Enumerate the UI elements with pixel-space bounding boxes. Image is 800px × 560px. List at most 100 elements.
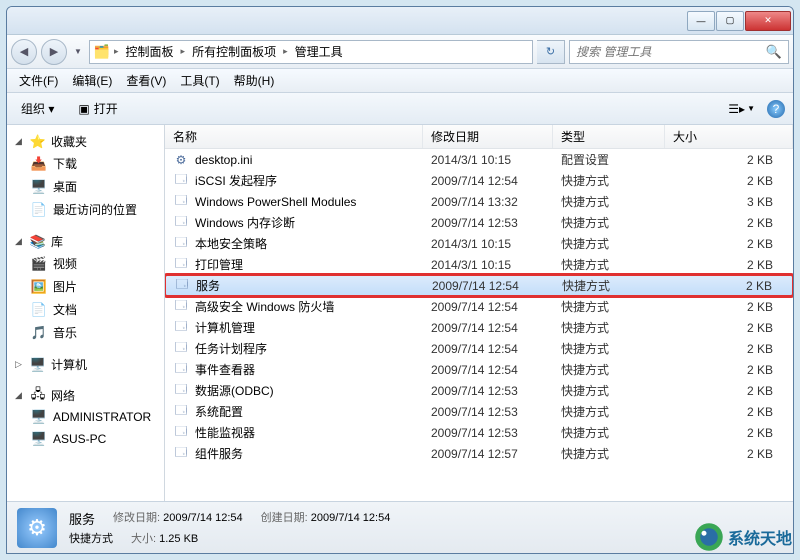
file-size: 2 KB <box>666 279 792 293</box>
titlebar: — ▢ ✕ <box>7 7 793 35</box>
column-name[interactable]: 名称 <box>165 125 423 148</box>
open-button[interactable]: ▣ 打开 <box>72 97 123 120</box>
chevron-icon[interactable]: ▸ <box>114 46 119 57</box>
file-size: 2 KB <box>665 363 793 377</box>
sidebar-recent[interactable]: 📄最近访问的位置 <box>7 198 164 221</box>
file-size: 2 KB <box>665 216 793 230</box>
file-date: 2009/7/14 12:54 <box>423 300 553 314</box>
forward-button[interactable]: ▶ <box>41 39 67 65</box>
organize-button[interactable]: 组织 ▾ <box>15 97 60 120</box>
sidebar-libraries[interactable]: ◢📚库 <box>7 231 164 252</box>
star-icon: ⭐ <box>30 134 46 150</box>
file-type: 快捷方式 <box>553 361 665 378</box>
sidebar-downloads[interactable]: 📥下载 <box>7 152 164 175</box>
file-row[interactable]: 🗔性能监视器2009/7/14 12:53快捷方式2 KB <box>165 422 793 443</box>
sidebar-documents[interactable]: 📄文档 <box>7 298 164 321</box>
back-button[interactable]: ◀ <box>11 39 37 65</box>
address-bar[interactable]: 🗂️ ▸ 控制面板 ▸ 所有控制面板项 ▸ 管理工具 <box>89 40 533 64</box>
file-date: 2009/7/14 12:53 <box>423 405 553 419</box>
view-options-button[interactable]: ☰▸▼ <box>724 100 759 118</box>
file-row[interactable]: 🗔任务计划程序2009/7/14 12:54快捷方式2 KB <box>165 338 793 359</box>
sidebar-music[interactable]: 🎵音乐 <box>7 321 164 344</box>
breadcrumb-segment-2[interactable]: 管理工具 <box>292 42 346 61</box>
file-row[interactable]: 🗔Windows 内存诊断2009/7/14 12:53快捷方式2 KB <box>165 212 793 233</box>
file-icon: 🗔 <box>173 257 189 273</box>
desktop-icon: 🖥️ <box>31 179 47 195</box>
menu-help[interactable]: 帮助(H) <box>228 69 281 92</box>
file-size: 3 KB <box>665 195 793 209</box>
file-type: 快捷方式 <box>553 214 665 231</box>
help-button[interactable]: ? <box>767 100 785 118</box>
sidebar-network-pc-1[interactable]: 🖥️ASUS-PC <box>7 428 164 450</box>
search-box[interactable]: 🔍 <box>569 40 789 64</box>
file-name: 高级安全 Windows 防火墙 <box>195 298 334 315</box>
file-row[interactable]: 🗔系统配置2009/7/14 12:53快捷方式2 KB <box>165 401 793 422</box>
search-input[interactable] <box>576 45 766 59</box>
sidebar-favorites[interactable]: ◢⭐收藏夹 <box>7 131 164 152</box>
file-size: 2 KB <box>665 174 793 188</box>
menubar: 文件(F) 编辑(E) 查看(V) 工具(T) 帮助(H) <box>7 69 793 93</box>
file-row[interactable]: 🗔事件查看器2009/7/14 12:54快捷方式2 KB <box>165 359 793 380</box>
sidebar-pictures[interactable]: 🖼️图片 <box>7 275 164 298</box>
sidebar-network-pc-0[interactable]: 🖥️ADMINISTRATOR <box>7 406 164 428</box>
file-date: 2009/7/14 13:32 <box>423 195 553 209</box>
sidebar-videos[interactable]: 🎬视频 <box>7 252 164 275</box>
file-row[interactable]: 🗔本地安全策略2014/3/1 10:15快捷方式2 KB <box>165 233 793 254</box>
file-row[interactable]: 🗔高级安全 Windows 防火墙2009/7/14 12:54快捷方式2 KB <box>165 296 793 317</box>
file-icon: 🗔 <box>173 299 189 315</box>
file-size: 2 KB <box>665 237 793 251</box>
sidebar-network[interactable]: ◢🖧网络 <box>7 385 164 406</box>
navbar: ◀ ▶ ▼ 🗂️ ▸ 控制面板 ▸ 所有控制面板项 ▸ 管理工具 ↻ 🔍 <box>7 35 793 69</box>
file-row[interactable]: 🗔组件服务2009/7/14 12:57快捷方式2 KB <box>165 443 793 464</box>
file-type: 快捷方式 <box>553 424 665 441</box>
file-row[interactable]: 🗔打印管理2014/3/1 10:15快捷方式2 KB <box>165 254 793 275</box>
file-name: 服务 <box>196 277 220 294</box>
video-icon: 🎬 <box>31 256 47 272</box>
file-list[interactable]: ⚙desktop.ini2014/3/1 10:15配置设置2 KB 🗔 iSCSI… <box>165 149 793 501</box>
maximize-button[interactable]: ▢ <box>716 11 744 31</box>
file-date: 2009/7/14 12:54 <box>423 174 553 188</box>
details-title: 服务 <box>69 509 95 528</box>
details-pane: ⚙ 服务 修改日期: 2009/7/14 12:54 创建日期: 2009/7/… <box>7 501 793 553</box>
chevron-icon[interactable]: ▸ <box>283 46 288 57</box>
menu-file[interactable]: 文件(F) <box>13 69 64 92</box>
search-icon[interactable]: 🔍 <box>766 44 782 60</box>
refresh-button[interactable]: ↻ <box>537 40 565 64</box>
file-row[interactable]: 🗔服务2009/7/14 12:54快捷方式2 KB <box>165 275 793 296</box>
file-name: 数据源(ODBC) <box>195 382 274 399</box>
file-name: 性能监视器 <box>195 424 255 441</box>
file-icon: ⚙ <box>173 152 189 168</box>
recent-icon: 📄 <box>31 202 47 218</box>
sidebar-desktop[interactable]: 🖥️桌面 <box>7 175 164 198</box>
sidebar: ◢⭐收藏夹 📥下载 🖥️桌面 📄最近访问的位置 ◢📚库 🎬视频 🖼️图片 📄文档… <box>7 125 165 501</box>
file-row[interactable]: ⚙desktop.ini2014/3/1 10:15配置设置2 KB <box>165 149 793 170</box>
menu-tools[interactable]: 工具(T) <box>174 69 225 92</box>
network-icon: 🖧 <box>30 388 46 404</box>
file-row[interactable]: 🗔计算机管理2009/7/14 12:54快捷方式2 KB <box>165 317 793 338</box>
minimize-button[interactable]: — <box>687 11 715 31</box>
file-name: 打印管理 <box>195 256 243 273</box>
pc-icon: 🖥️ <box>31 431 47 447</box>
file-row[interactable]: 🗔iSCSI 发起程序2009/7/14 12:54快捷方式2 KB <box>165 170 793 191</box>
column-size[interactable]: 大小 <box>665 125 793 148</box>
history-dropdown[interactable]: ▼ <box>71 39 85 65</box>
file-row[interactable]: 🗔数据源(ODBC)2009/7/14 12:53快捷方式2 KB <box>165 380 793 401</box>
menu-view[interactable]: 查看(V) <box>120 69 172 92</box>
close-button[interactable]: ✕ <box>745 11 791 31</box>
file-row[interactable]: 🗔Windows PowerShell Modules2009/7/14 13:… <box>165 191 793 212</box>
chevron-icon[interactable]: ▸ <box>181 46 186 57</box>
column-date[interactable]: 修改日期 <box>423 125 553 148</box>
explorer-window: — ▢ ✕ ◀ ▶ ▼ 🗂️ ▸ 控制面板 ▸ 所有控制面板项 ▸ 管理工具 ↻… <box>6 6 794 554</box>
menu-edit[interactable]: 编辑(E) <box>66 69 118 92</box>
pc-icon: 🖥️ <box>31 409 47 425</box>
breadcrumb-segment-0[interactable]: 控制面板 <box>123 42 177 61</box>
file-name: iSCSI 发起程序 <box>195 172 277 189</box>
breadcrumb-segment-1[interactable]: 所有控制面板项 <box>189 42 279 61</box>
details-created-value: 2009/7/14 12:54 <box>311 512 391 524</box>
details-size-label: 大小: <box>131 533 156 545</box>
details-modified-value: 2009/7/14 12:54 <box>163 512 243 524</box>
column-type[interactable]: 类型 <box>553 125 665 148</box>
body-area: ◢⭐收藏夹 📥下载 🖥️桌面 📄最近访问的位置 ◢📚库 🎬视频 🖼️图片 📄文档… <box>7 125 793 501</box>
sidebar-computer[interactable]: ▷🖥️计算机 <box>7 354 164 375</box>
file-name: Windows 内存诊断 <box>195 214 295 231</box>
